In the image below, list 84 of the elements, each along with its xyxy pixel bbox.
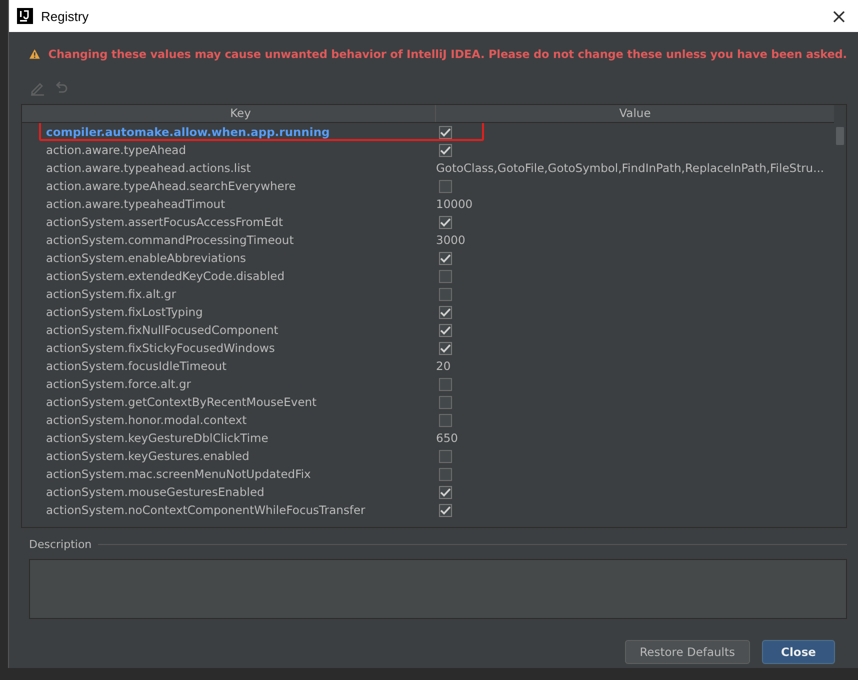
close-button[interactable]: × [819, 0, 858, 32]
checkmark-icon [440, 128, 451, 136]
key-cell-text: actionSystem.keyGestures.enabled [45, 449, 250, 463]
table-row[interactable]: actionSystem.assertFocusAccessFromEdt [22, 213, 834, 231]
key-cell-text: compiler.automake.allow.when.app.running [45, 125, 331, 139]
checkbox[interactable] [439, 504, 452, 516]
key-cell-text: actionSystem.fix.alt.gr [45, 287, 178, 301]
key-cell-text: actionSystem.keyGestureDblClickTime [45, 431, 270, 445]
checkbox[interactable] [439, 144, 452, 156]
table-row[interactable]: action.aware.typeaheadTimout 10000 [22, 195, 834, 213]
checkmark-icon [440, 308, 451, 316]
key-cell-text: actionSystem.commandProcessingTimeout [45, 233, 295, 247]
table-row[interactable]: actionSystem.fix.alt.gr [22, 285, 834, 303]
checkbox[interactable] [439, 450, 452, 462]
checkbox[interactable] [439, 468, 452, 480]
key-cell-text: actionSystem.focusIdleTimeout [45, 359, 228, 373]
checkbox[interactable] [439, 378, 452, 390]
key-cell-text: actionSystem.assertFocusAccessFromEdt [45, 215, 284, 229]
value-cell: 3000 [436, 233, 466, 247]
table-row[interactable]: actionSystem.keyGestureDblClickTime 650 [22, 429, 834, 447]
table-row[interactable]: actionSystem.mouseGesturesEnabled [22, 483, 834, 501]
key-cell-text: actionSystem.getContextByRecentMouseEvent [45, 395, 318, 409]
checkbox[interactable] [439, 126, 452, 138]
key-cell-text: actionSystem.mouseGesturesEnabled [45, 485, 266, 499]
table-row[interactable]: actionSystem.fixLostTyping [22, 303, 834, 321]
close-button[interactable]: Close [762, 640, 835, 664]
key-cell-text: actionSystem.force.alt.gr [45, 377, 192, 391]
table-row[interactable]: actionSystem.focusIdleTimeout 20 [22, 357, 834, 375]
value-cell: 20 [436, 359, 451, 373]
key-cell-text: actionSystem.honor.modal.context [45, 413, 248, 427]
checkbox[interactable] [439, 270, 452, 282]
key-cell-text: actionSystem.fixStickyFocusedWindows [45, 341, 276, 355]
checkmark-icon [440, 218, 451, 226]
table-row[interactable]: actionSystem.honor.modal.context [22, 411, 834, 429]
checkmark-icon [440, 506, 451, 514]
checkbox[interactable] [439, 180, 452, 192]
checkmark-icon [440, 488, 451, 496]
table-row[interactable]: actionSystem.keyGestures.enabled [22, 447, 834, 465]
checkbox[interactable] [439, 342, 452, 354]
scrollbar-thumb[interactable] [836, 127, 844, 145]
key-cell-text: action.aware.typeAhead [45, 143, 188, 157]
key-cell-text: action.aware.typeAhead.searchEverywhere [45, 179, 297, 193]
checkbox[interactable] [439, 486, 452, 498]
value-cell: 650 [436, 431, 458, 445]
checkmark-icon [440, 254, 451, 262]
table-row[interactable]: action.aware.typeAhead.searchEverywhere [22, 177, 834, 195]
table-row[interactable]: compiler.automake.allow.when.app.running [22, 123, 834, 141]
table-row[interactable]: action.aware.typeAhead [22, 141, 834, 159]
key-cell-text: actionSystem.noContextComponentWhileFocusTransfer [45, 503, 366, 517]
checkmark-icon [440, 326, 451, 334]
key-cell-text: actionSystem.extendedKeyCode.disabled [45, 269, 286, 283]
table-row[interactable]: actionSystem.extendedKeyCode.disabled [22, 267, 834, 285]
table-row[interactable]: actionSystem.fixStickyFocusedWindows [22, 339, 834, 357]
key-cell-text: actionSystem.fixLostTyping [45, 305, 204, 319]
restore-defaults-button[interactable]: Restore Defaults [624, 640, 750, 664]
key-cell-text: action.aware.typeahead.actions.list [45, 161, 252, 175]
checkbox[interactable] [439, 252, 452, 264]
table-row[interactable]: actionSystem.enableAbbreviations [22, 249, 834, 267]
table-row[interactable]: actionSystem.commandProcessingTimeout 3000 [22, 231, 834, 249]
app-logo-icon [17, 8, 33, 24]
table-row[interactable]: action.aware.typeahead.actions.list GotoClass,GotoFile,GotoSymbol,FindInPath,ReplaceInPath,FileStru... [22, 159, 834, 177]
window-title: Registry [41, 8, 90, 24]
table-row[interactable]: actionSystem.getContextByRecentMouseEvent [22, 393, 834, 411]
checkbox[interactable] [439, 414, 452, 426]
warning-message: Changing these values may cause unwanted behavior of IntelliJ IDEA. Please do not change these unless you have been asked. [48, 48, 847, 60]
key-cell-text: actionSystem.mac.screenMenuNotUpdatedFix [45, 467, 312, 481]
key-cell-text: action.aware.typeaheadTimout [45, 197, 226, 211]
table-row[interactable]: actionSystem.mac.screenMenuNotUpdatedFix [22, 465, 834, 483]
checkbox[interactable] [439, 288, 452, 300]
key-cell-text: actionSystem.fixNullFocusedComponent [45, 323, 280, 337]
column-header[interactable]: Value [436, 105, 834, 122]
value-cell: GotoClass,GotoFile,GotoSymbol,FindInPath,ReplaceInPath,FileStru... [436, 161, 824, 175]
checkbox[interactable] [439, 324, 452, 336]
checkmark-icon [440, 146, 451, 154]
table-row[interactable]: actionSystem.force.alt.gr [22, 375, 834, 393]
table-row[interactable]: actionSystem.noContextComponentWhileFocusTransfer [22, 501, 834, 519]
section-label: Description [29, 538, 92, 551]
checkbox[interactable] [439, 216, 452, 228]
checkbox[interactable] [439, 306, 452, 318]
value-cell: 10000 [436, 197, 473, 211]
checkmark-icon [440, 344, 451, 352]
key-cell-text: actionSystem.enableAbbreviations [45, 251, 248, 265]
checkbox[interactable] [439, 396, 452, 408]
table-row[interactable]: actionSystem.fixNullFocusedComponent [22, 321, 834, 339]
